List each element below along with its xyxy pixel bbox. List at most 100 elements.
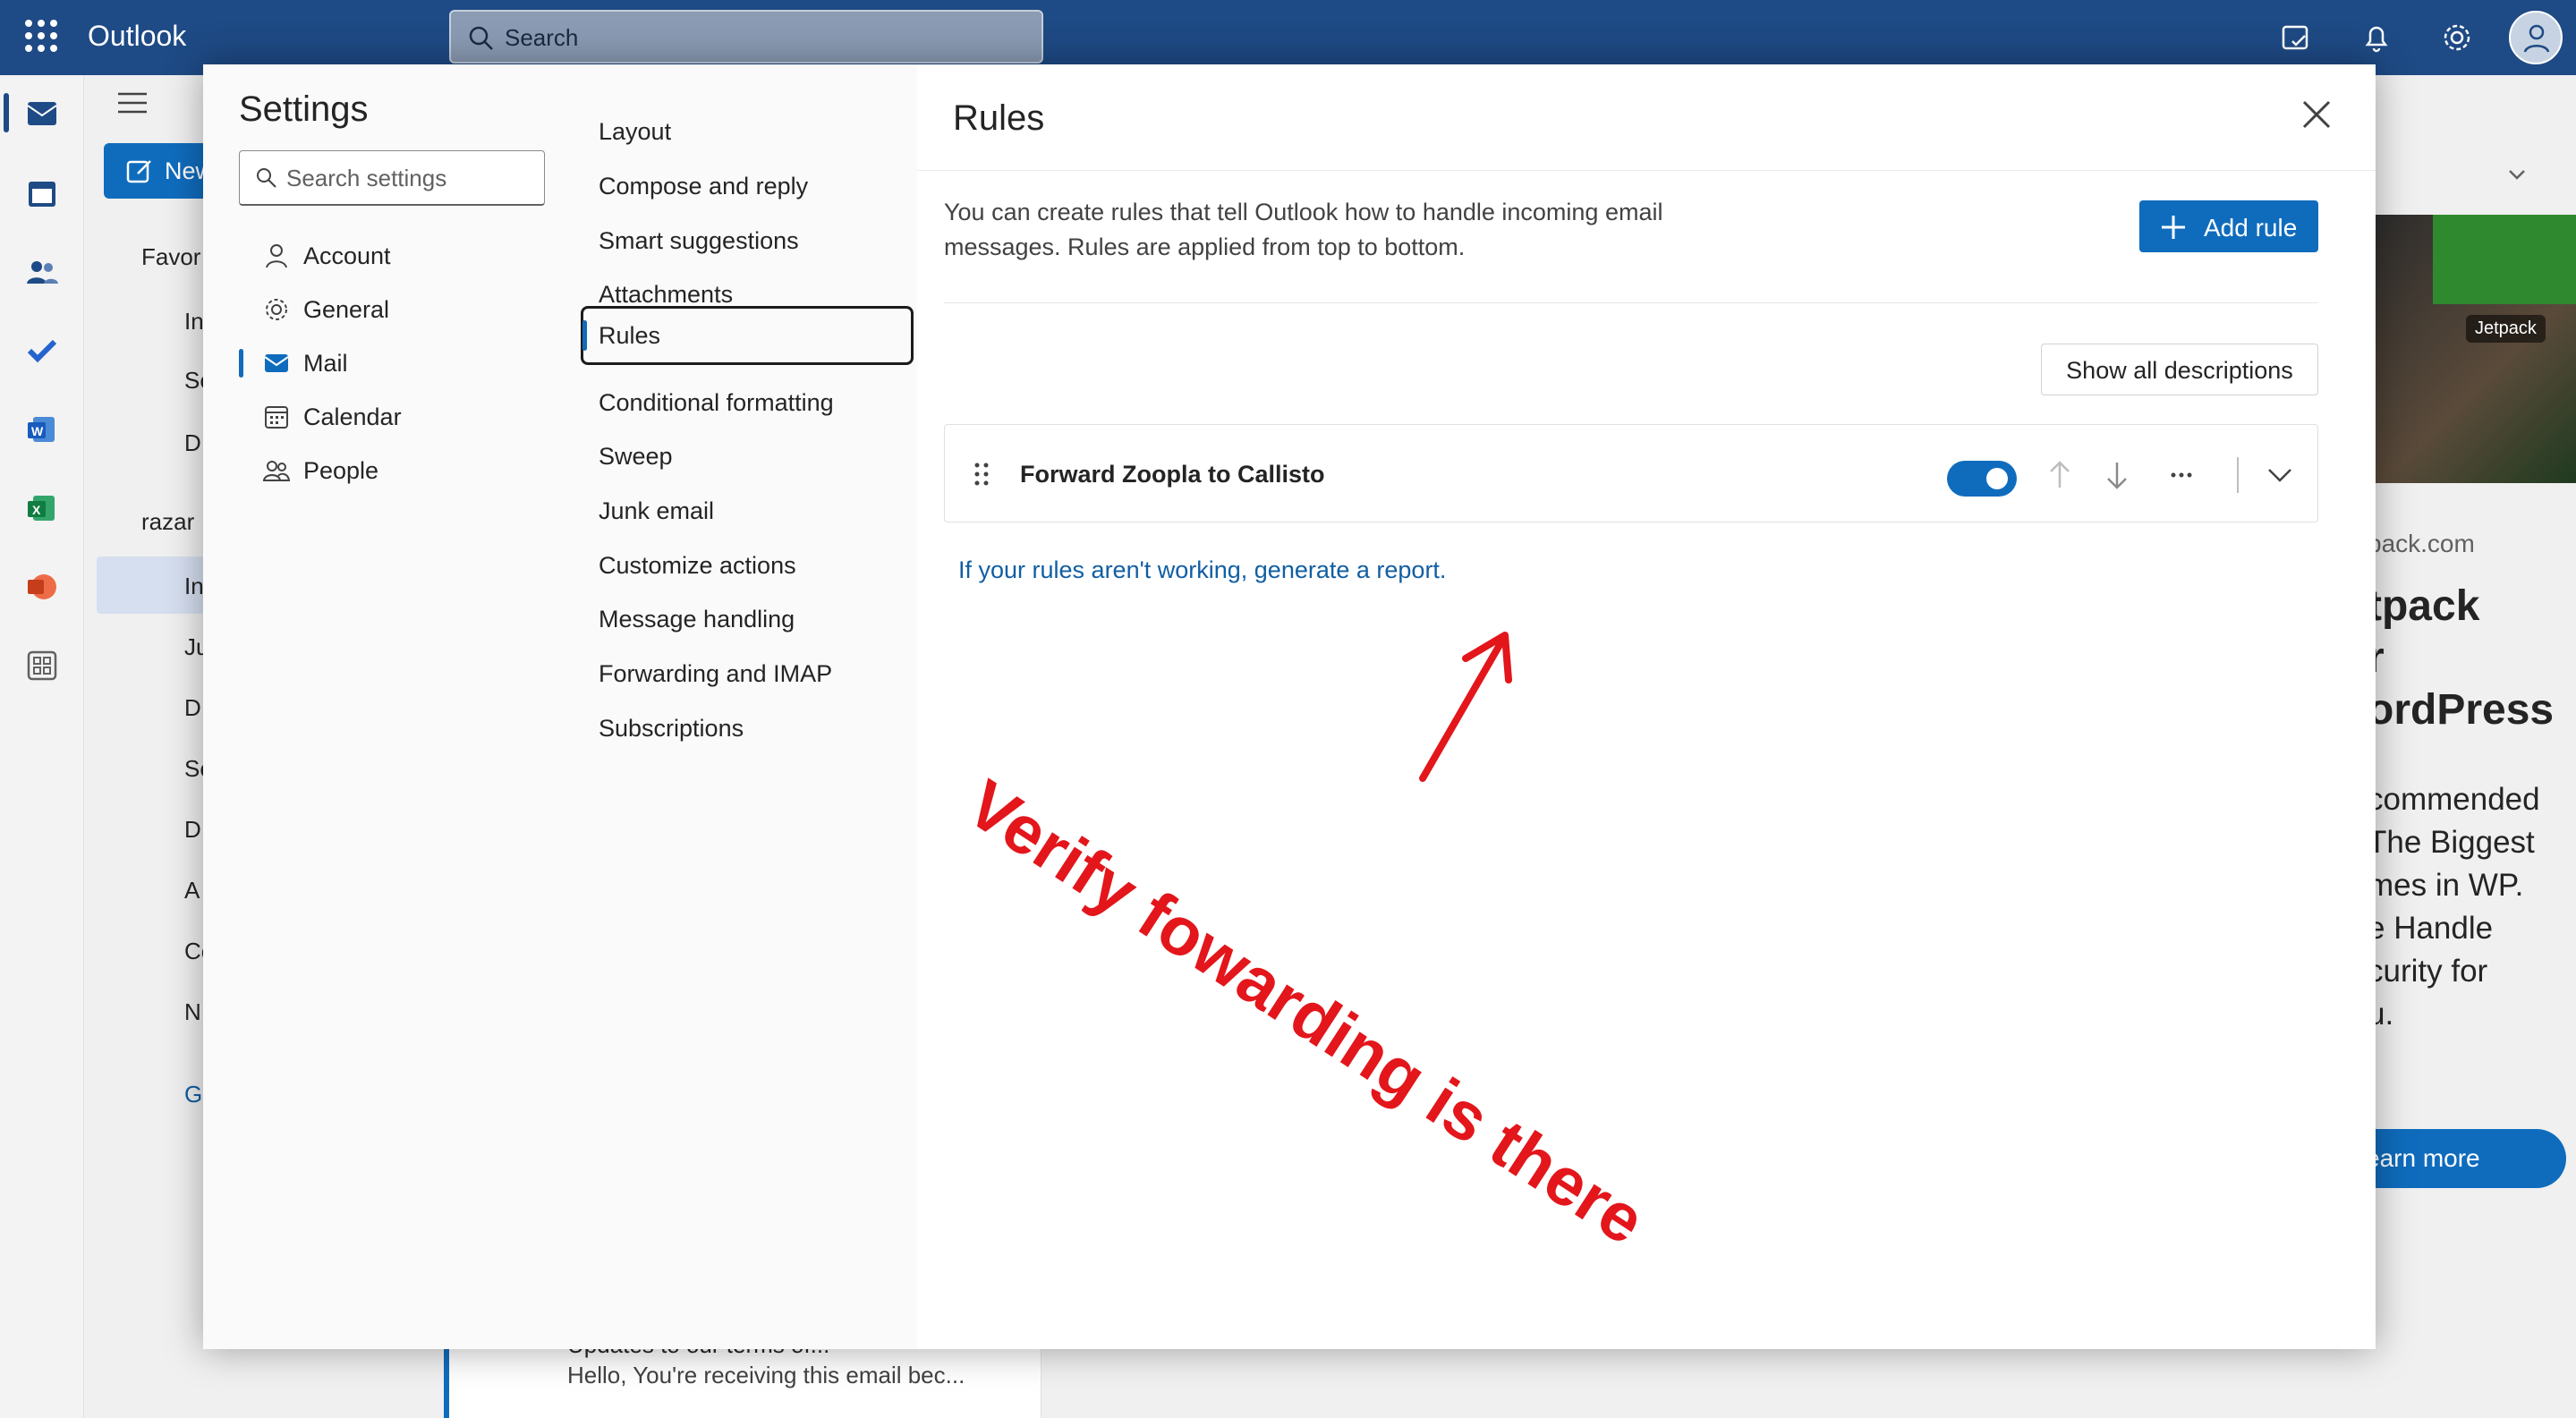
folder-drafts-account[interactable]: D [184, 694, 201, 722]
folder-inbox-account[interactable]: In [184, 573, 204, 600]
todo-app-icon[interactable] [24, 333, 60, 369]
settings-category-label: Mail [303, 350, 348, 377]
excel-app-icon[interactable]: X [24, 490, 60, 526]
settings-section-label: Compose and reply [599, 173, 809, 200]
settings-search-box[interactable] [239, 150, 545, 206]
settings-section-label: Subscriptions [599, 715, 744, 742]
folder-account[interactable]: razar [141, 508, 194, 536]
settings-section-subscriptions[interactable]: Subscriptions [577, 701, 917, 754]
rail-selection-indicator [4, 93, 9, 132]
powerpoint-app-icon[interactable] [24, 569, 60, 605]
settings-section-label: Smart suggestions [599, 227, 799, 254]
show-all-descriptions-button[interactable]: Show all descriptions [2041, 344, 2318, 395]
ad-domain: pack.com [2368, 530, 2475, 557]
settings-category-general[interactable]: General [221, 284, 561, 333]
ad-image [2360, 215, 2576, 483]
folder-notes[interactable]: N [184, 998, 201, 1026]
avatar[interactable] [2509, 11, 2563, 64]
annotation-arrow-icon [1419, 632, 1512, 782]
calendar-app-icon[interactable] [24, 175, 60, 211]
settings-section-label: Customize actions [599, 552, 796, 579]
chevron-down-icon[interactable] [2264, 459, 2296, 491]
more-apps-icon[interactable] [24, 648, 60, 684]
settings-section-label: Junk email [599, 497, 715, 524]
settings-category-people[interactable]: People [221, 446, 561, 494]
app-launcher-icon[interactable] [25, 20, 57, 52]
search-icon [257, 168, 276, 188]
settings-section-rules[interactable]: Rules [577, 306, 917, 365]
folder-inbox[interactable]: In [184, 308, 204, 335]
close-icon[interactable] [2297, 95, 2336, 134]
folder-deleted[interactable]: D [184, 816, 201, 844]
people-app-icon[interactable] [24, 254, 60, 290]
category-selected-indicator [239, 349, 243, 378]
word-app-icon[interactable]: W [24, 412, 60, 447]
ad-body-line: The Biggest [2368, 825, 2535, 860]
generate-report-link[interactable]: If your rules aren't working, generate a… [958, 556, 1446, 584]
ad-body-line: curity for [2368, 954, 2488, 989]
settings-search-input[interactable] [286, 160, 537, 196]
ad-learn-more-button[interactable]: earn more [2360, 1129, 2566, 1188]
settings-section-junk-email[interactable]: Junk email [577, 483, 917, 537]
person-icon [266, 244, 287, 268]
settings-section-label: Rules [599, 322, 661, 349]
folder-favorites[interactable]: Favor [141, 243, 200, 271]
drag-handle-icon[interactable] [972, 461, 991, 488]
arrow-up-icon[interactable] [2044, 459, 2076, 491]
search-box[interactable]: Search [449, 10, 1043, 64]
gear-icon[interactable] [2439, 20, 2475, 55]
ad-body-line: e Handle [2368, 911, 2494, 946]
rules-title: Rules [953, 98, 1045, 138]
settings-section-label: Message handling [599, 606, 795, 633]
rule-enabled-toggle[interactable] [1947, 461, 2017, 497]
app-rail: W X [0, 75, 84, 1418]
rule-name: Forward Zoopla to Callisto [1020, 461, 1325, 488]
more-options-icon[interactable] [2165, 459, 2198, 491]
add-rule-label: Add rule [2204, 214, 2298, 242]
app-title: Outlook [88, 20, 187, 52]
my-day-icon[interactable] [2278, 20, 2314, 55]
arrow-down-icon[interactable] [2101, 459, 2133, 491]
calendar-icon [265, 406, 288, 429]
rules-panel: Rules You can create rules that tell Out… [917, 64, 2376, 1349]
settings-category-label: People [303, 457, 379, 484]
bell-icon[interactable] [2359, 20, 2394, 55]
settings-section-smart-suggestions[interactable]: Smart suggestions [577, 213, 917, 267]
settings-section-sweep[interactable]: Sweep [577, 429, 917, 482]
ad-body-line: mes in WP. [2368, 868, 2524, 903]
settings-dialog: Settings Account General Mail Calendar P… [203, 64, 2376, 1349]
settings-section-forwarding-and-imap[interactable]: Forwarding and IMAP [577, 646, 917, 700]
search-placeholder: Search [505, 24, 579, 51]
ad-image-accent [2433, 215, 2576, 304]
settings-section-conditional-formatting[interactable]: Conditional formatting [577, 375, 917, 429]
ad-title-line: tpack [2368, 582, 2480, 630]
ad-panel[interactable]: Jetpack pack.com tpack r ordPress commen… [2360, 215, 2576, 1235]
mail-app-icon[interactable] [24, 95, 60, 131]
settings-category-calendar[interactable]: Calendar [221, 392, 561, 440]
settings-category-mail[interactable]: Mail [221, 338, 561, 386]
folder-archive[interactable]: A [184, 877, 200, 904]
hamburger-icon[interactable] [116, 89, 149, 116]
people-icon [262, 461, 291, 481]
section-selected-indicator [582, 320, 587, 351]
section-divider [944, 302, 2318, 303]
rule-actions-divider [2237, 457, 2239, 493]
ad-badge: Jetpack [2466, 315, 2546, 343]
add-rule-button[interactable]: Add rule [2139, 200, 2318, 252]
rule-row[interactable]: Forward Zoopla to Callisto [944, 424, 2318, 522]
folder-groups[interactable]: G [184, 1081, 202, 1108]
mail-settings-nav: Layout Compose and reply Smart suggestio… [577, 64, 917, 1349]
settings-category-label: Calendar [303, 403, 402, 430]
settings-category-account[interactable]: Account [221, 231, 561, 279]
settings-section-customize-actions[interactable]: Customize actions [577, 538, 917, 591]
chevron-down-icon[interactable] [2505, 163, 2529, 186]
settings-section-layout[interactable]: Layout [577, 104, 917, 157]
folder-drafts[interactable]: D [184, 429, 201, 457]
settings-section-compose-and-reply[interactable]: Compose and reply [577, 158, 917, 212]
ad-title-line: ordPress [2368, 686, 2555, 734]
search-icon [469, 26, 493, 50]
gear-icon [266, 299, 287, 320]
settings-category-nav: Settings Account General Mail Calendar P… [203, 64, 577, 1349]
settings-section-message-handling[interactable]: Message handling [577, 591, 917, 645]
settings-category-label: General [303, 296, 390, 323]
